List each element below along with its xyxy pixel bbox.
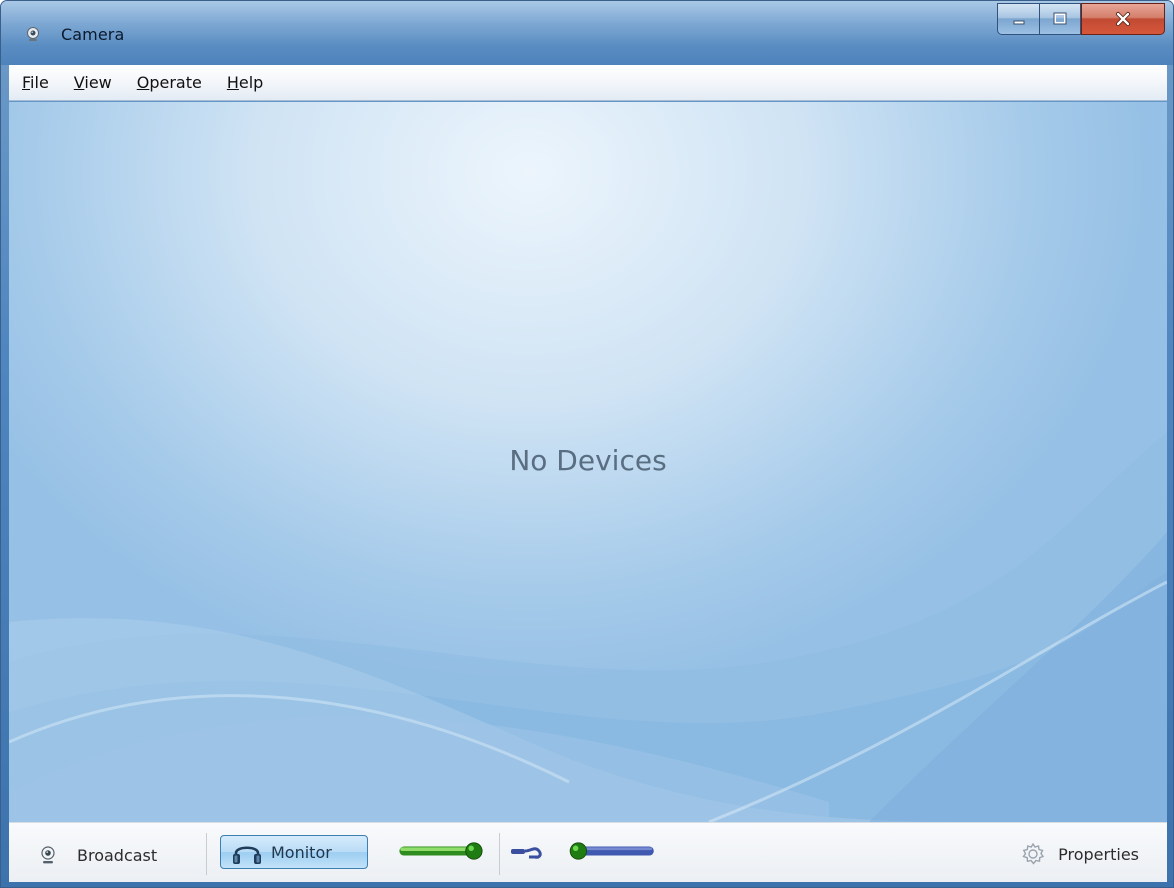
menu-help[interactable]: Help: [214, 73, 275, 92]
close-icon: [1116, 12, 1130, 26]
app-window: Camera File View Operate Help No Devices…: [0, 0, 1174, 888]
maximize-icon: [1053, 12, 1067, 25]
properties-button[interactable]: Properties: [1020, 841, 1139, 867]
status-bar: Broadcast Monitor Properties: [9, 822, 1167, 882]
webcam-icon: [27, 27, 39, 41]
maximize-button[interactable]: [1039, 3, 1081, 35]
minimize-button[interactable]: [997, 3, 1039, 35]
monitor-label: Monitor: [271, 842, 332, 862]
caption-buttons: [997, 3, 1165, 35]
webcam-icon: [41, 846, 55, 864]
minimize-icon: [1013, 20, 1024, 25]
menu-view-accel: V: [73, 73, 85, 92]
plug-icon: [511, 847, 542, 859]
menu-file-label: ile: [30, 73, 49, 92]
menu-view-label: iew: [84, 73, 112, 92]
mic-slider-knob: [569, 842, 587, 860]
menu-file[interactable]: File: [9, 73, 61, 92]
close-button[interactable]: [1081, 3, 1165, 35]
no-devices-message: No Devices: [509, 444, 667, 477]
volume-slider-knob: [465, 842, 483, 860]
mic-slider[interactable]: [562, 841, 662, 861]
menu-file-accel: F: [22, 73, 31, 92]
separator: [206, 833, 207, 875]
broadcast-button[interactable]: Broadcast: [39, 843, 157, 867]
menu-operate-accel: O: [136, 73, 150, 92]
menu-help-accel: H: [226, 73, 239, 92]
menu-operate-label: perate: [149, 73, 202, 92]
headphones-icon: [233, 846, 261, 864]
broadcast-label: Broadcast: [77, 845, 158, 865]
window-title: Camera: [61, 25, 125, 44]
properties-label: Properties: [1058, 844, 1139, 864]
menu-bar: File View Operate Help: [9, 65, 1167, 101]
menu-operate[interactable]: Operate: [124, 73, 214, 92]
gear-icon: [1022, 842, 1045, 865]
separator: [499, 833, 500, 875]
menu-view[interactable]: View: [61, 73, 124, 92]
volume-slider[interactable]: [393, 841, 493, 861]
monitor-button[interactable]: Monitor: [220, 835, 368, 869]
preview-area: No Devices: [9, 102, 1167, 822]
title-bar[interactable]: Camera: [1, 1, 1173, 65]
menu-help-label: elp: [238, 73, 264, 92]
